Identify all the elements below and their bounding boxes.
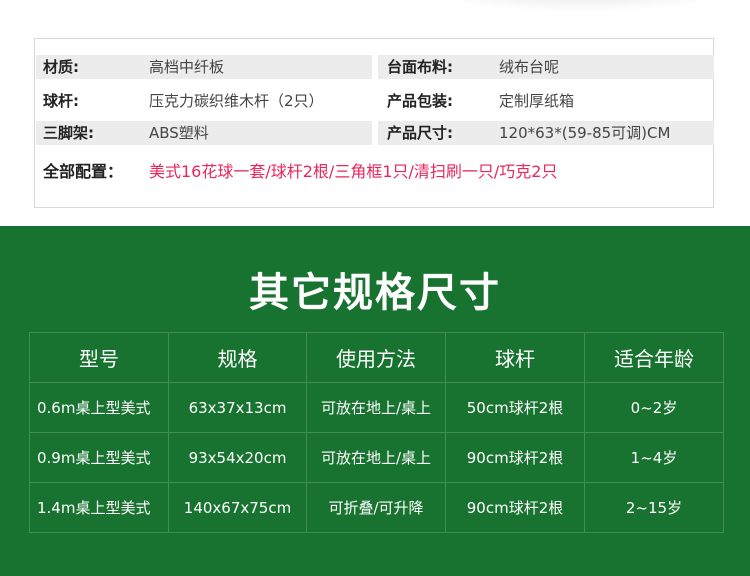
cell-age: 0~2岁 [584, 382, 724, 433]
header-age: 适合年龄 [584, 332, 724, 383]
spec-value-packaging: 定制厚纸箱 [499, 92, 575, 110]
section-title: 其它规格尺寸 [249, 270, 501, 316]
cell-usage: 可放在地上/桌上 [306, 382, 446, 433]
spec-value-cue: 压克力碳织维木杆（2只） [149, 92, 324, 110]
cell-model: 0.9m桌上型美式 [29, 432, 169, 483]
cell-spec: 63x37x13cm [168, 382, 307, 433]
spec-all-config-row: 全部配置： 美式16花球一套/球杆2根/三角框1只/清扫刷一只/巧克2只 [35, 157, 713, 187]
spec-value-material: 高档中纤板 [149, 58, 225, 76]
cell-model: 0.6m桌上型美式 [29, 382, 169, 433]
spec-label-all-config: 全部配置： [43, 162, 124, 181]
cell-age: 2~15岁 [584, 482, 724, 533]
decorative-shadow [430, 0, 730, 12]
table-row: 0.6m桌上型美式 63x37x13cm 可放在地上/桌上 50cm球杆2根 0… [29, 382, 724, 433]
spec-value-tripod: ABS塑料 [149, 124, 209, 142]
cell-usage: 可折叠/可升降 [306, 482, 446, 533]
spec-box: 材质: 高档中纤板 台面布料: 绒布台呢 球杆: 压克力碳织维木杆（2只） 产品… [34, 38, 714, 208]
top-section: 材质: 高档中纤板 台面布料: 绒布台呢 球杆: 压克力碳织维木杆（2只） 产品… [0, 0, 750, 226]
spec-label-cue: 球杆: [43, 92, 79, 110]
size-table: 型号 规格 使用方法 球杆 适合年龄 0.6m桌上型美式 63x37x13cm … [29, 332, 724, 533]
spec-value-all-config: 美式16花球一套/球杆2根/三角框1只/清扫刷一只/巧克2只 [149, 162, 558, 181]
spec-label-packaging: 产品包装: [387, 92, 453, 110]
table-row: 0.9m桌上型美式 93x54x20cm 可放在地上/桌上 90cm球杆2根 1… [29, 432, 724, 483]
cell-cue: 90cm球杆2根 [445, 482, 585, 533]
cell-usage: 可放在地上/桌上 [306, 432, 446, 483]
table-header-row: 型号 规格 使用方法 球杆 适合年龄 [29, 332, 724, 383]
spec-value-size: 120*63*(59-85可调)CM [499, 124, 671, 142]
spec-label-cloth: 台面布料: [387, 58, 453, 76]
cell-cue: 90cm球杆2根 [445, 432, 585, 483]
cell-spec: 140x67x75cm [168, 482, 307, 533]
spec-value-cloth: 绒布台呢 [499, 58, 560, 76]
header-model: 型号 [29, 332, 169, 383]
other-specs-section: 其它规格尺寸 型号 规格 使用方法 球杆 适合年龄 0.6m桌上型美式 63x3… [0, 226, 750, 576]
cell-age: 1~4岁 [584, 432, 724, 483]
cell-spec: 93x54x20cm [168, 432, 307, 483]
spec-label-tripod: 三脚架: [43, 124, 94, 142]
cell-model: 1.4m桌上型美式 [29, 482, 169, 533]
header-usage: 使用方法 [306, 332, 446, 383]
header-cue: 球杆 [445, 332, 585, 383]
cell-cue: 50cm球杆2根 [445, 382, 585, 433]
header-spec: 规格 [168, 332, 307, 383]
table-row: 1.4m桌上型美式 140x67x75cm 可折叠/可升降 90cm球杆2根 2… [29, 482, 724, 533]
spec-label-material: 材质: [43, 58, 79, 76]
spec-label-size: 产品尺寸: [387, 124, 453, 142]
